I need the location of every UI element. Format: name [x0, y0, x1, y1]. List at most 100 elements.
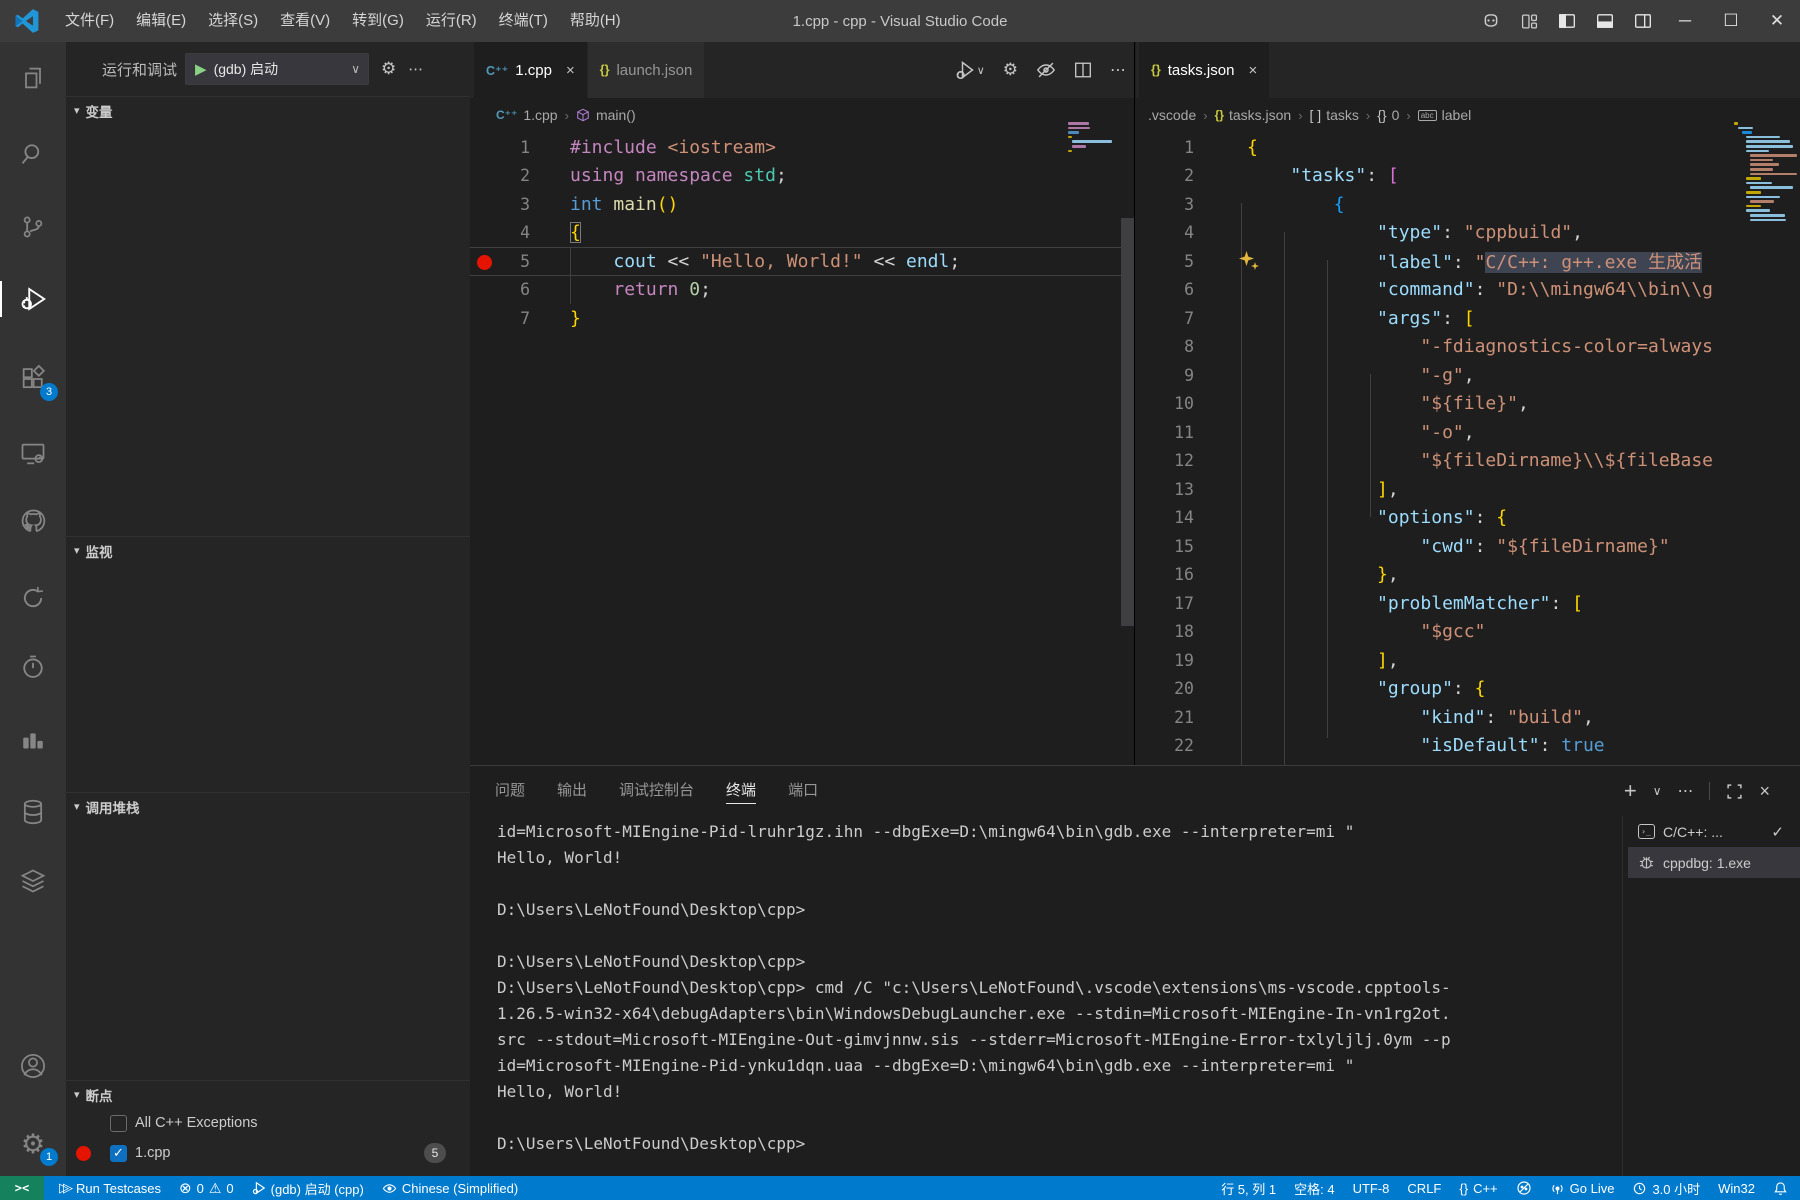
- encoding[interactable]: UTF-8: [1344, 1176, 1399, 1200]
- eye-slash-icon[interactable]: [1036, 60, 1056, 80]
- scrollbar[interactable]: [1121, 218, 1134, 626]
- menu-item[interactable]: 运行(R): [415, 0, 488, 42]
- code-line[interactable]: 3 {: [1136, 190, 1800, 219]
- eol-sequence[interactable]: CRLF: [1398, 1176, 1450, 1200]
- circular-arrow-icon[interactable]: [0, 572, 66, 624]
- maximize-button[interactable]: ☐: [1708, 0, 1754, 42]
- language-indicator[interactable]: Chinese (Simplified): [373, 1176, 527, 1200]
- menu-item[interactable]: 编辑(E): [125, 0, 197, 42]
- github-icon[interactable]: [0, 495, 66, 547]
- code-line[interactable]: 1{: [1136, 133, 1800, 162]
- panel-tab[interactable]: 终端: [726, 766, 756, 816]
- menu-item[interactable]: 选择(S): [197, 0, 269, 42]
- panel-tab[interactable]: 端口: [788, 766, 818, 816]
- terminal-item-task[interactable]: ›_ C/C++: ... ✓: [1628, 816, 1800, 847]
- more-actions-icon[interactable]: ⋯: [1110, 60, 1126, 80]
- code-line[interactable]: 12 "${fileDirname}\\${fileBase: [1136, 447, 1800, 476]
- toggle-secondary-sidebar-icon[interactable]: [1624, 0, 1662, 42]
- code-line[interactable]: 18 "$gcc": [1136, 618, 1800, 647]
- code-line[interactable]: 5 cout << "Hello, World!" << endl;: [470, 247, 1134, 276]
- variables-header[interactable]: ▾ 变量: [66, 97, 470, 124]
- breakpoint-row-exceptions[interactable]: All C++ Exceptions: [66, 1108, 470, 1138]
- code-line[interactable]: 15 "cwd": "${fileDirname}": [1136, 532, 1800, 561]
- breadcrumb[interactable]: C⁺⁺ 1.cpp › main(): [470, 98, 1134, 132]
- debug-config-dropdown[interactable]: ▶ (gdb) 启动 ∨: [185, 53, 369, 85]
- copilot-status-icon[interactable]: [1507, 1176, 1541, 1200]
- database-icon[interactable]: [0, 786, 66, 838]
- code-line[interactable]: 1#include <iostream>: [470, 133, 1134, 162]
- tab-tasksjson[interactable]: {} tasks.json ×: [1139, 42, 1270, 98]
- code-line[interactable]: 13 ],: [1136, 475, 1800, 504]
- copilot-icon[interactable]: [1472, 0, 1510, 42]
- code-line[interactable]: 10 "${file}",: [1136, 390, 1800, 419]
- code-line[interactable]: 19 ],: [1136, 646, 1800, 675]
- call-stack-header[interactable]: ▾ 调用堆栈: [66, 793, 470, 820]
- code-line[interactable]: 7 "args": [: [1136, 304, 1800, 333]
- menu-item[interactable]: 转到(G): [341, 0, 415, 42]
- new-terminal-button[interactable]: +: [1624, 778, 1637, 804]
- toggle-primary-sidebar-icon[interactable]: [1548, 0, 1586, 42]
- panel-more-actions-icon[interactable]: ⋯: [1677, 781, 1693, 801]
- code-line[interactable]: 7}: [470, 304, 1134, 333]
- checkbox-unchecked[interactable]: [110, 1115, 127, 1132]
- panel-tab[interactable]: 调试控制台: [619, 766, 694, 816]
- code-line[interactable]: 4{: [470, 219, 1134, 248]
- breadcrumb[interactable]: .vscode › {} tasks.json › [ ] tasks › {}…: [1136, 98, 1800, 132]
- breakpoint-row-file[interactable]: ✓ 1.cpp 5: [66, 1138, 470, 1168]
- remote-indicator[interactable]: ><: [0, 1176, 44, 1200]
- debug-settings-gear-icon[interactable]: ⚙: [381, 59, 396, 79]
- close-button[interactable]: ✕: [1754, 0, 1800, 42]
- breakpoint-dot[interactable]: [477, 255, 492, 270]
- panel-tab[interactable]: 输出: [557, 766, 587, 816]
- code-line[interactable]: 4 "type": "cppbuild",: [1136, 219, 1800, 248]
- breakpoints-header[interactable]: ▾ 断点: [66, 1081, 470, 1108]
- remote-explorer-icon[interactable]: [0, 428, 66, 480]
- terminal-profile-chevron-icon[interactable]: ∨: [1653, 784, 1662, 798]
- code-line[interactable]: 9 "-g",: [1136, 361, 1800, 390]
- os-indicator[interactable]: Win32: [1709, 1176, 1764, 1200]
- code-line[interactable]: 6 return 0;: [470, 276, 1134, 305]
- close-panel-icon[interactable]: ×: [1759, 781, 1770, 802]
- code-line[interactable]: 6 "command": "D:\\mingw64\\bin\\g: [1136, 276, 1800, 305]
- start-debug-icon[interactable]: ▶: [195, 60, 207, 78]
- cursor-position[interactable]: 行 5, 列 1: [1212, 1176, 1285, 1200]
- time-tracker[interactable]: 3.0 小时: [1623, 1176, 1709, 1200]
- close-tab-icon[interactable]: ×: [1248, 62, 1257, 79]
- panel-tab[interactable]: 问题: [495, 766, 525, 816]
- extensions-icon[interactable]: 3: [0, 353, 66, 405]
- code-line[interactable]: 21 "kind": "build",: [1136, 703, 1800, 732]
- code-line[interactable]: 17 "problemMatcher": [: [1136, 589, 1800, 618]
- code-line[interactable]: 20 "group": {: [1136, 675, 1800, 704]
- watch-header[interactable]: ▾ 监视: [66, 537, 470, 564]
- menu-item[interactable]: 终端(T): [488, 0, 559, 42]
- language-mode[interactable]: {} C++: [1450, 1176, 1506, 1200]
- notifications-bell-icon[interactable]: [1764, 1176, 1800, 1200]
- explorer-icon[interactable]: [0, 52, 66, 104]
- run-testcases-button[interactable]: ▷▷ Run Testcases: [50, 1176, 170, 1200]
- configure-gear-icon[interactable]: ⚙: [1003, 60, 1018, 80]
- split-editor-icon[interactable]: [1074, 61, 1092, 79]
- code-line[interactable]: 22 "isDefault": true: [1136, 732, 1800, 761]
- indentation[interactable]: 空格: 4: [1285, 1176, 1343, 1200]
- code-line[interactable]: 3int main(): [470, 190, 1134, 219]
- source-control-icon[interactable]: [0, 201, 66, 253]
- layers-icon[interactable]: [0, 855, 66, 907]
- run-debug-button[interactable]: ∨: [955, 60, 985, 80]
- sidebar-more-actions-icon[interactable]: ⋯: [408, 60, 423, 78]
- code-line[interactable]: 5 "label": "C/C++: g++.exe 生成活: [1136, 247, 1800, 276]
- tab-1cpp[interactable]: C⁺⁺ 1.cpp ×: [474, 42, 588, 98]
- toggle-panel-icon[interactable]: [1586, 0, 1624, 42]
- menu-item[interactable]: 文件(F): [54, 0, 125, 42]
- go-live-button[interactable]: Go Live: [1541, 1176, 1624, 1200]
- menu-item[interactable]: 查看(V): [269, 0, 341, 42]
- problems-indicator[interactable]: ⊗ 0 ⚠ 0: [170, 1176, 243, 1200]
- debug-status[interactable]: (gdb) 启动 (cpp): [243, 1176, 373, 1200]
- code-line[interactable]: 14 "options": {: [1136, 504, 1800, 533]
- code-editor-1cpp[interactable]: 1#include <iostream>2using namespace std…: [470, 133, 1134, 765]
- checkbox-checked[interactable]: ✓: [110, 1145, 127, 1162]
- code-line[interactable]: 2using namespace std;: [470, 162, 1134, 191]
- code-line[interactable]: 2 "tasks": [: [1136, 162, 1800, 191]
- tab-launchjson[interactable]: {} launch.json: [588, 42, 706, 98]
- menu-item[interactable]: 帮助(H): [559, 0, 632, 42]
- code-line[interactable]: 8 "-fdiagnostics-color=always: [1136, 333, 1800, 362]
